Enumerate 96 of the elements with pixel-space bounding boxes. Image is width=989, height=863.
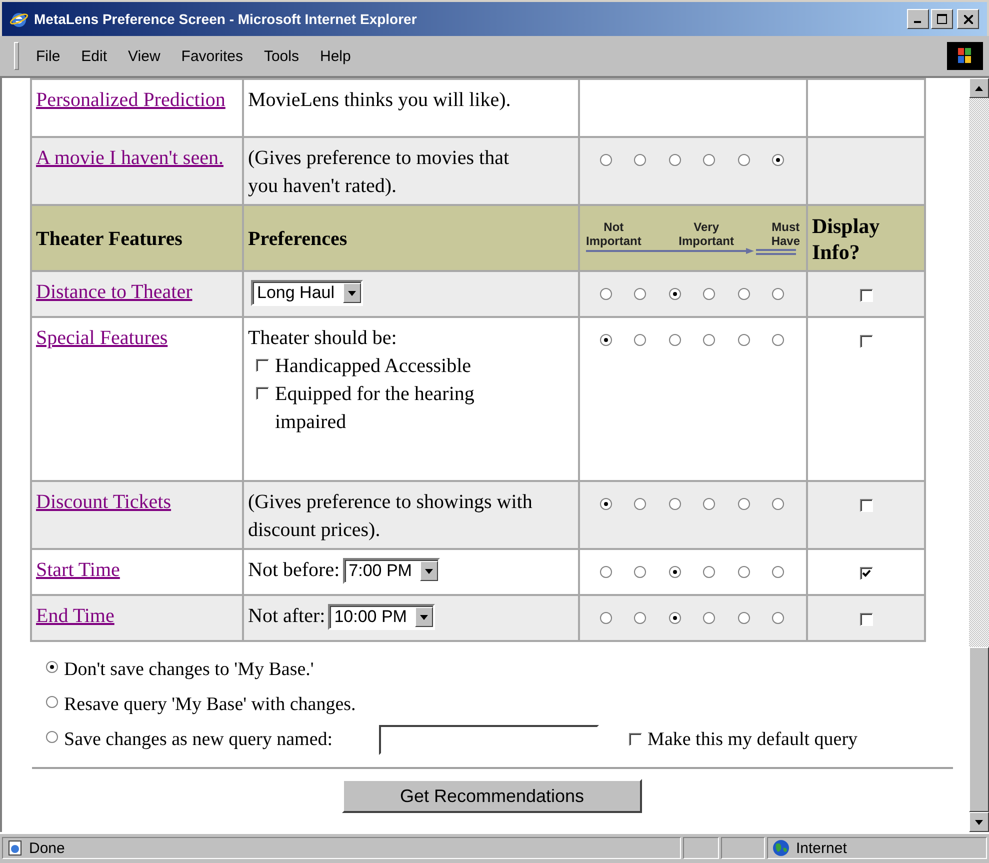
radio-button[interactable] xyxy=(634,498,646,510)
radio-button[interactable] xyxy=(738,334,750,346)
radio-button[interactable] xyxy=(772,612,784,624)
maximize-icon xyxy=(937,14,947,24)
radio-button[interactable] xyxy=(703,334,716,346)
minimize-button[interactable] xyxy=(907,9,929,29)
status-text: Done xyxy=(29,840,65,856)
double-line-icon xyxy=(755,249,796,255)
checkbox-label: Equipped for the hearing impaired xyxy=(275,382,476,435)
radio-button[interactable] xyxy=(634,334,646,346)
radio-button[interactable] xyxy=(634,566,646,578)
radio-button[interactable] xyxy=(772,498,784,510)
browser-icon xyxy=(10,10,28,28)
radio-button[interactable] xyxy=(772,566,784,578)
dropdown[interactable]: 7:00 PM xyxy=(342,558,440,584)
radio-button[interactable] xyxy=(46,730,58,742)
feature-link[interactable]: End Time xyxy=(36,605,114,627)
feature-link[interactable]: Start Time xyxy=(36,559,120,581)
radio-button[interactable] xyxy=(668,288,681,300)
radio-button[interactable] xyxy=(46,660,58,672)
radio-button[interactable] xyxy=(703,612,716,624)
radio-button[interactable] xyxy=(634,612,646,624)
dropdown[interactable]: 10:00 PM xyxy=(328,604,435,630)
security-zone-label: Internet xyxy=(796,840,847,856)
field-label: Not before: xyxy=(248,559,340,581)
close-button[interactable] xyxy=(957,9,979,29)
get-recommendations-button[interactable]: Get Recommendations xyxy=(342,779,642,813)
menu-item[interactable]: File xyxy=(29,46,68,66)
radio-button[interactable] xyxy=(634,154,646,166)
scroll-up-button[interactable] xyxy=(969,78,989,98)
menu-item[interactable]: Help xyxy=(313,46,358,66)
field-label: Not after: xyxy=(248,605,326,627)
radio-button[interactable] xyxy=(703,566,716,578)
caret-icon xyxy=(420,614,428,620)
checkbox[interactable] xyxy=(860,288,872,302)
description-text: (Gives preference to movies that you haven't rated). xyxy=(248,146,510,199)
radio-button[interactable] xyxy=(668,154,681,166)
radio-button[interactable] xyxy=(600,498,612,510)
radio-button[interactable] xyxy=(668,334,681,346)
radio-button[interactable] xyxy=(600,334,612,346)
description-text: (Gives preference to showings with discount prices). xyxy=(248,490,534,543)
status-panel xyxy=(721,837,765,859)
caret-icon xyxy=(348,290,356,296)
checkbox[interactable] xyxy=(860,612,872,626)
up-arrow-icon xyxy=(975,86,983,90)
menu-item[interactable]: Tools xyxy=(256,46,306,66)
radio-button[interactable] xyxy=(668,498,681,510)
radio-button[interactable] xyxy=(738,498,750,510)
checkbox[interactable] xyxy=(860,498,872,512)
feature-link[interactable]: Special Features xyxy=(36,327,168,349)
down-arrow-icon xyxy=(975,820,983,824)
page-icon xyxy=(7,840,23,856)
status-panel xyxy=(683,837,719,859)
option-label: Resave query 'My Base' with changes. xyxy=(64,694,356,716)
menu-item[interactable]: Favorites xyxy=(174,46,250,66)
radio-button[interactable] xyxy=(703,498,716,510)
checkbox-label: Handicapped Accessible xyxy=(275,354,472,379)
radio-button[interactable] xyxy=(703,288,716,300)
radio-button[interactable] xyxy=(668,612,681,624)
column-header: Theater Features xyxy=(31,205,243,271)
radio-button[interactable] xyxy=(772,334,784,346)
dropdown[interactable]: Long Haul xyxy=(251,280,363,306)
caret-icon xyxy=(424,568,433,574)
radio-button[interactable] xyxy=(703,154,716,166)
globe-icon xyxy=(772,839,790,857)
scrollbar-thumb[interactable] xyxy=(969,647,989,812)
radio-button[interactable] xyxy=(668,566,681,578)
window-title: MetaLens Preference Screen - Microsoft Internet Explorer xyxy=(34,11,418,27)
option-label: Save changes as new query named: xyxy=(64,728,333,750)
scale-label: Not Important xyxy=(586,220,642,248)
field-label: Theater should be: xyxy=(248,326,398,351)
column-header: Preferences xyxy=(243,205,579,271)
radio-button[interactable] xyxy=(600,612,612,624)
radio-button[interactable] xyxy=(46,696,58,708)
radio-button[interactable] xyxy=(738,566,750,578)
radio-button[interactable] xyxy=(738,154,750,166)
scale-label: Very Important xyxy=(678,220,734,248)
radio-button[interactable] xyxy=(600,154,612,166)
radio-button[interactable] xyxy=(772,154,784,166)
radio-button[interactable] xyxy=(634,288,646,300)
radio-button[interactable] xyxy=(600,566,612,578)
close-icon xyxy=(964,14,972,24)
option-label: Don't save changes to 'My Base.' xyxy=(64,658,314,680)
column-header: Display Info? xyxy=(807,205,925,271)
maximize-button[interactable] xyxy=(931,9,953,29)
windows-logo-icon xyxy=(947,42,983,70)
menu-item[interactable]: Edit xyxy=(74,46,114,66)
menu-item[interactable]: View xyxy=(121,46,168,66)
radio-button[interactable] xyxy=(772,288,784,300)
scroll-down-button[interactable] xyxy=(969,812,989,832)
checkbox-label: Make this my default query xyxy=(648,728,858,750)
radio-button[interactable] xyxy=(738,612,750,624)
radio-button[interactable] xyxy=(738,288,750,300)
scale-label: Must Have xyxy=(771,220,800,248)
description-text: MovieLens thinks you will like). xyxy=(248,88,512,113)
radio-button[interactable] xyxy=(600,288,612,300)
